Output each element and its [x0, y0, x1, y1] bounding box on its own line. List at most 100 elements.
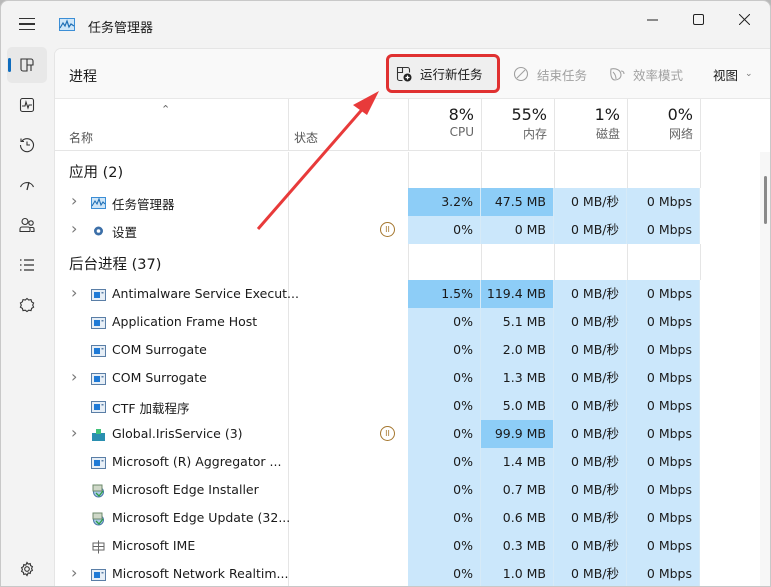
cpu-value: 1.5% [408, 280, 481, 308]
process-row[interactable]: › Antimalware Service Execut... 1.5% 119.4 … [55, 280, 700, 308]
memory-value: 47.5 MB [481, 188, 554, 216]
process-row[interactable]: Microsoft (R) Aggregator ... 0% 1.4 MB 0 MB… [55, 448, 700, 476]
process-name: Application Frame Host [112, 314, 258, 329]
window-title: 任务管理器 [88, 21, 154, 36]
column-status[interactable]: 状态 [294, 129, 318, 146]
process-name: Microsoft Network Realtim... [112, 566, 289, 581]
iris-icon [91, 427, 106, 441]
expand-chevron-icon[interactable]: › [71, 423, 77, 442]
end-task-label: 结束任务 [537, 67, 588, 83]
sidebar-item-processes[interactable] [7, 47, 47, 83]
process-row[interactable]: › 设置 II 0% 0 MB 0 MB/秒 0 Mbps [55, 216, 700, 244]
service-icon [91, 371, 106, 385]
efficiency-mode-button[interactable]: 效率模式 [601, 58, 691, 90]
sidebar-item-users[interactable] [7, 207, 47, 243]
service-icon [91, 399, 106, 413]
process-row[interactable]: COM Surrogate 0% 2.0 MB 0 MB/秒 0 Mbps [55, 336, 700, 364]
network-value: 0 Mbps [627, 392, 700, 420]
expand-chevron-icon[interactable]: › [71, 191, 77, 210]
network-value: 0 Mbps [627, 560, 700, 586]
process-name: COM Surrogate [112, 342, 207, 357]
scrollbar-thumb[interactable] [764, 176, 767, 224]
process-row[interactable]: › Microsoft Network Realtim... 0% 1.0 MB 0 M… [55, 560, 700, 586]
disk-value: 0 MB/秒 [554, 560, 627, 586]
sort-ascending-icon[interactable]: ⌃ [161, 103, 170, 116]
cpu-total: 8% [448, 105, 474, 124]
sidebar-item-settings[interactable] [7, 551, 47, 586]
column-network[interactable]: 0% 网络 [627, 99, 700, 151]
process-name: COM Surrogate [112, 370, 207, 385]
memory-label: 内存 [522, 127, 547, 141]
process-row[interactable]: › Global.IrisService (3) II 0% 99.9 MB 0 MB/秒… [55, 420, 700, 448]
cpu-value: 0% [408, 448, 481, 476]
process-name: 设置 [112, 225, 138, 240]
column-memory[interactable]: 55% 内存 [481, 99, 554, 151]
expand-chevron-icon[interactable]: › [71, 283, 77, 302]
network-value: 0 Mbps [627, 280, 700, 308]
memory-value: 1.4 MB [481, 448, 554, 476]
details-icon [20, 259, 34, 271]
memory-value: 1.0 MB [481, 560, 554, 586]
minimize-icon [646, 19, 658, 20]
sidebar-item-services[interactable] [7, 287, 47, 323]
sidebar-item-performance[interactable] [7, 87, 47, 123]
memory-total: 55% [511, 105, 547, 124]
close-button[interactable] [721, 1, 767, 37]
view-dropdown[interactable]: 视图 ⌄ [705, 58, 761, 90]
group-label: 后台进程 (37) [69, 257, 162, 273]
close-icon [738, 13, 750, 25]
sidebar-item-startup[interactable] [7, 167, 47, 203]
expand-chevron-icon[interactable]: › [71, 219, 77, 238]
paused-status-icon: II [380, 222, 395, 237]
group-apps: 应用 (2) [55, 152, 701, 188]
view-label: 视图 [713, 67, 739, 83]
expand-chevron-icon[interactable]: › [71, 367, 77, 386]
sidebar-item-app-history[interactable] [7, 127, 47, 163]
installer-icon [91, 511, 106, 526]
network-value: 0 Mbps [627, 532, 700, 560]
cpu-value: 0% [408, 336, 481, 364]
process-row[interactable]: › 任务管理器 3.2% 47.5 MB 0 MB/秒 0 Mbps [55, 188, 700, 216]
network-value: 0 Mbps [627, 336, 700, 364]
menu-icon[interactable] [19, 18, 35, 30]
network-value: 0 Mbps [627, 308, 700, 336]
users-icon [19, 217, 35, 233]
minimize-button[interactable] [629, 1, 675, 37]
process-row[interactable]: Microsoft Edge Update (32... 0% 0.6 MB 0 MB… [55, 504, 700, 532]
memory-value: 0 MB [481, 216, 554, 244]
disk-value: 0 MB/秒 [554, 448, 627, 476]
run-new-task-button[interactable]: 运行新任务 [386, 54, 500, 93]
end-task-button[interactable]: 结束任务 [505, 58, 595, 90]
process-row[interactable]: CTF 加载程序 0% 5.0 MB 0 MB/秒 0 Mbps [55, 392, 700, 420]
process-row[interactable]: Microsoft Edge Installer 0% 0.7 MB 0 MB/秒 0 … [55, 476, 700, 504]
cpu-label: CPU [449, 125, 474, 139]
run-task-icon [396, 66, 412, 81]
cpu-value: 0% [408, 420, 481, 448]
disk-value: 0 MB/秒 [554, 216, 627, 244]
disk-total: 1% [594, 105, 620, 124]
column-header: ⌃ 名称 状态 8% CPU 55% 内存 1% 磁盘 0% 网络 [55, 99, 701, 151]
group-background: 后台进程 (37) [55, 244, 701, 280]
service-icon [91, 343, 106, 357]
column-name[interactable]: 名称 [69, 129, 93, 146]
cpu-value: 0% [408, 476, 481, 504]
task-manager-icon [91, 195, 106, 209]
startup-icon [19, 181, 35, 191]
task-manager-app-icon [59, 18, 75, 31]
memory-value: 119.4 MB [481, 280, 554, 308]
column-cpu[interactable]: 8% CPU [408, 99, 481, 151]
expand-chevron-icon[interactable]: › [71, 563, 77, 582]
disk-value: 0 MB/秒 [554, 188, 627, 216]
process-row[interactable]: Microsoft IME 0% 0.3 MB 0 MB/秒 0 Mbps [55, 532, 700, 560]
process-row[interactable]: › COM Surrogate 0% 1.3 MB 0 MB/秒 0 Mbps [55, 364, 700, 392]
memory-value: 5.1 MB [481, 308, 554, 336]
vertical-scrollbar[interactable] [760, 152, 770, 586]
process-row[interactable]: Application Frame Host 0% 5.1 MB 0 MB/秒 0 Mb… [55, 308, 700, 336]
maximize-button[interactable] [675, 1, 721, 37]
disk-value: 0 MB/秒 [554, 420, 627, 448]
column-disk[interactable]: 1% 磁盘 [554, 99, 627, 151]
disk-value: 0 MB/秒 [554, 308, 627, 336]
disk-value: 0 MB/秒 [554, 280, 627, 308]
sidebar-item-details[interactable] [7, 247, 47, 283]
memory-value: 0.3 MB [481, 532, 554, 560]
